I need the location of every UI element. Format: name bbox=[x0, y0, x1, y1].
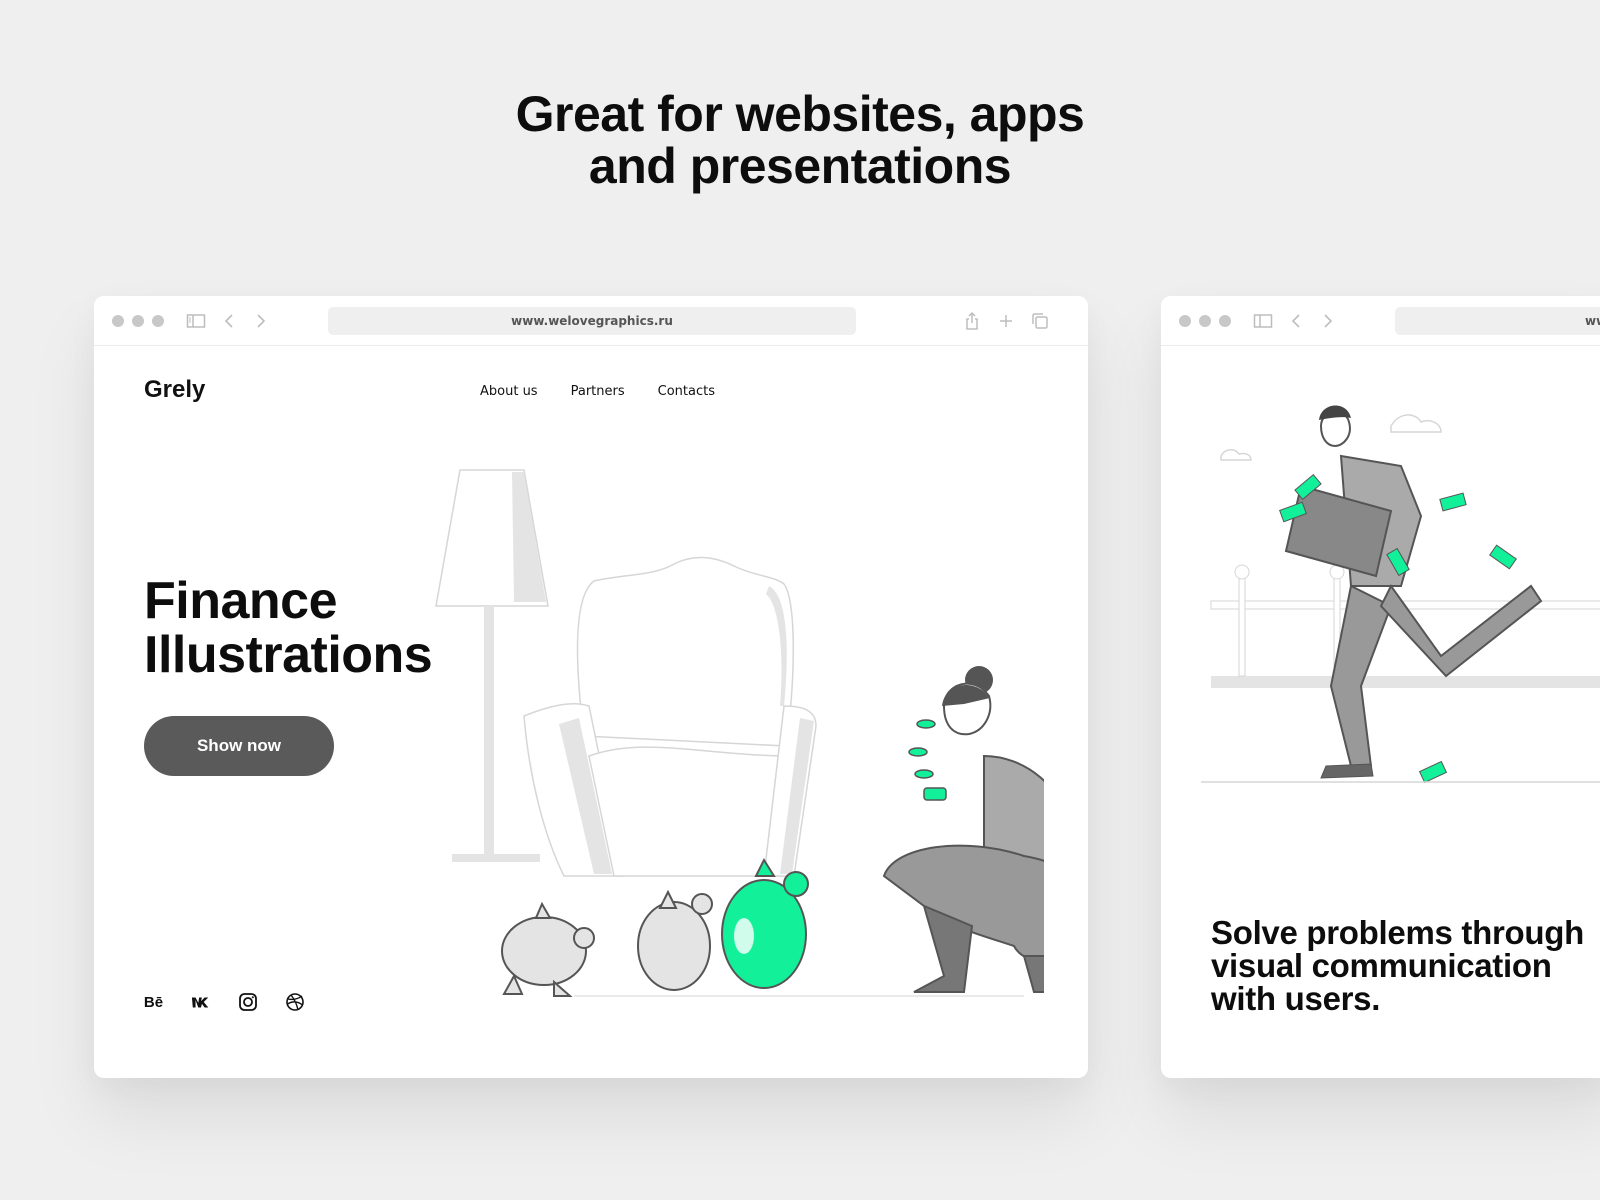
running-man bbox=[1279, 405, 1543, 784]
sidebar-icon[interactable] bbox=[1253, 311, 1273, 331]
browser-toolbar-secondary: www.welovegraphics.ru bbox=[1161, 296, 1600, 346]
site-nav: About us Partners Contacts bbox=[480, 384, 715, 399]
headline-line-1: Great for websites, apps bbox=[515, 86, 1085, 142]
armchair bbox=[523, 556, 817, 877]
cloud bbox=[1390, 414, 1442, 433]
hero-title: Finance Illustrations bbox=[144, 572, 433, 684]
dribbble-icon[interactable] bbox=[281, 991, 308, 1013]
address-bar-secondary[interactable]: www.welovegraphics.ru bbox=[1395, 307, 1600, 335]
forward-icon[interactable] bbox=[250, 311, 270, 331]
secondary-title-line-2: visual communication bbox=[1211, 947, 1552, 984]
sidebar-icon[interactable] bbox=[186, 311, 206, 331]
minimize-dot[interactable] bbox=[132, 315, 144, 327]
page-headline: Great for websites, apps and presentatio… bbox=[0, 88, 1600, 192]
instagram-icon[interactable] bbox=[234, 991, 261, 1013]
show-now-button[interactable]: Show now bbox=[144, 716, 334, 776]
close-dot[interactable] bbox=[112, 315, 124, 327]
secondary-title-line-1: Solve problems through bbox=[1211, 914, 1584, 951]
hero-title-line-1: Finance bbox=[144, 572, 338, 630]
nav-partners[interactable]: Partners bbox=[571, 384, 625, 399]
close-dot[interactable] bbox=[1179, 315, 1191, 327]
nav-about-us[interactable]: About us bbox=[480, 384, 538, 399]
piggy-bank-green bbox=[721, 857, 809, 989]
window-controls bbox=[112, 315, 164, 327]
minimize-dot[interactable] bbox=[1199, 315, 1211, 327]
window-controls-secondary bbox=[1179, 315, 1231, 327]
running-man-illustration bbox=[1201, 405, 1600, 784]
piggy-bank-gray-2 bbox=[637, 889, 713, 991]
hero-title-line-2: Illustrations bbox=[144, 626, 433, 684]
headline-line-2: and presentations bbox=[588, 138, 1012, 194]
cloud-small bbox=[1220, 449, 1252, 461]
maximize-dot[interactable] bbox=[152, 315, 164, 327]
tabs-icon[interactable] bbox=[1030, 311, 1050, 331]
secondary-hero-title: Solve problems through visual communicat… bbox=[1211, 916, 1600, 1015]
social-links: Bē bbox=[140, 991, 308, 1013]
vk-icon[interactable] bbox=[187, 991, 214, 1013]
new-tab-icon[interactable] bbox=[996, 311, 1016, 331]
back-icon[interactable] bbox=[1287, 311, 1307, 331]
browser-window-secondary: www.welovegraphics.ru bbox=[1161, 296, 1600, 1078]
back-icon[interactable] bbox=[220, 311, 240, 331]
behance-icon[interactable]: Bē bbox=[140, 991, 167, 1013]
forward-icon[interactable] bbox=[1317, 311, 1337, 331]
secondary-title-line-3: with users. bbox=[1211, 980, 1381, 1017]
address-bar[interactable]: www.welovegraphics.ru bbox=[328, 307, 856, 335]
nav-contacts[interactable]: Contacts bbox=[658, 384, 715, 399]
site-logo[interactable]: Grely bbox=[144, 376, 205, 404]
finance-illustration bbox=[435, 469, 1044, 997]
browser-window-main: www.welovegraphics.ru Grely About us Par… bbox=[94, 296, 1088, 1078]
share-icon[interactable] bbox=[962, 311, 982, 331]
maximize-dot[interactable] bbox=[1219, 315, 1231, 327]
piggy-bank-gray-1 bbox=[501, 901, 595, 997]
browser-toolbar: www.welovegraphics.ru bbox=[94, 296, 1088, 346]
woman-figure bbox=[882, 666, 1044, 993]
floor-lamp bbox=[435, 469, 549, 862]
